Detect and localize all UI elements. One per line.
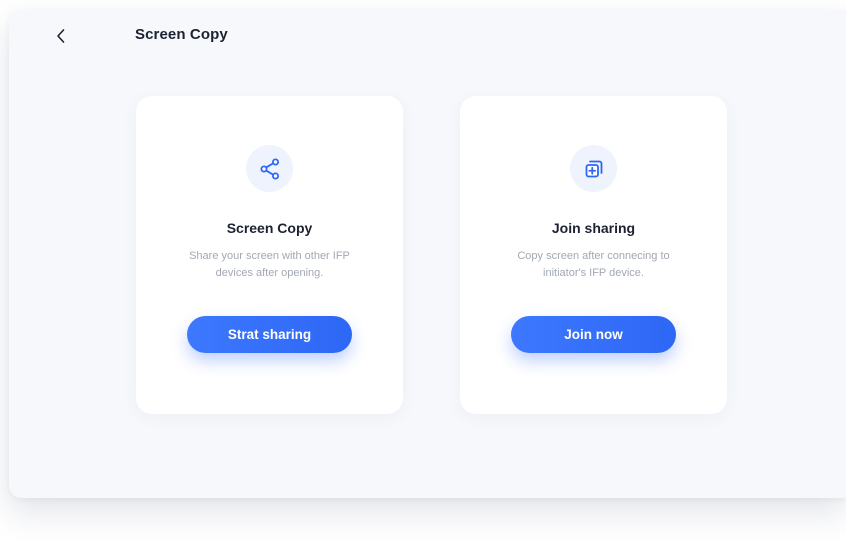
join-now-button[interactable]: Join now — [511, 316, 676, 353]
join-sharing-card: Join sharing Copy screen after connecing… — [460, 96, 727, 414]
share-icon — [260, 158, 279, 179]
card-title: Join sharing — [551, 220, 636, 236]
card-title: Screen Copy — [226, 220, 313, 236]
card-description: Copy screen after connecing to initiator… — [517, 250, 670, 279]
join-copy-icon — [585, 160, 602, 177]
screen-copy-card: Screen Copy Share your screen with other… — [136, 96, 403, 414]
share-icon-badge — [246, 145, 293, 192]
start-sharing-button[interactable]: Strat sharing — [187, 316, 352, 353]
back-button[interactable] — [49, 24, 73, 48]
screen-copy-window: Screen Copy Screen Copy Share your scree… — [9, 10, 846, 498]
card-description: Share your screen with other IFP devices… — [189, 250, 350, 279]
page-title: Screen Copy — [135, 26, 228, 43]
join-icon-badge — [570, 145, 617, 192]
chevron-left-icon — [57, 29, 65, 43]
